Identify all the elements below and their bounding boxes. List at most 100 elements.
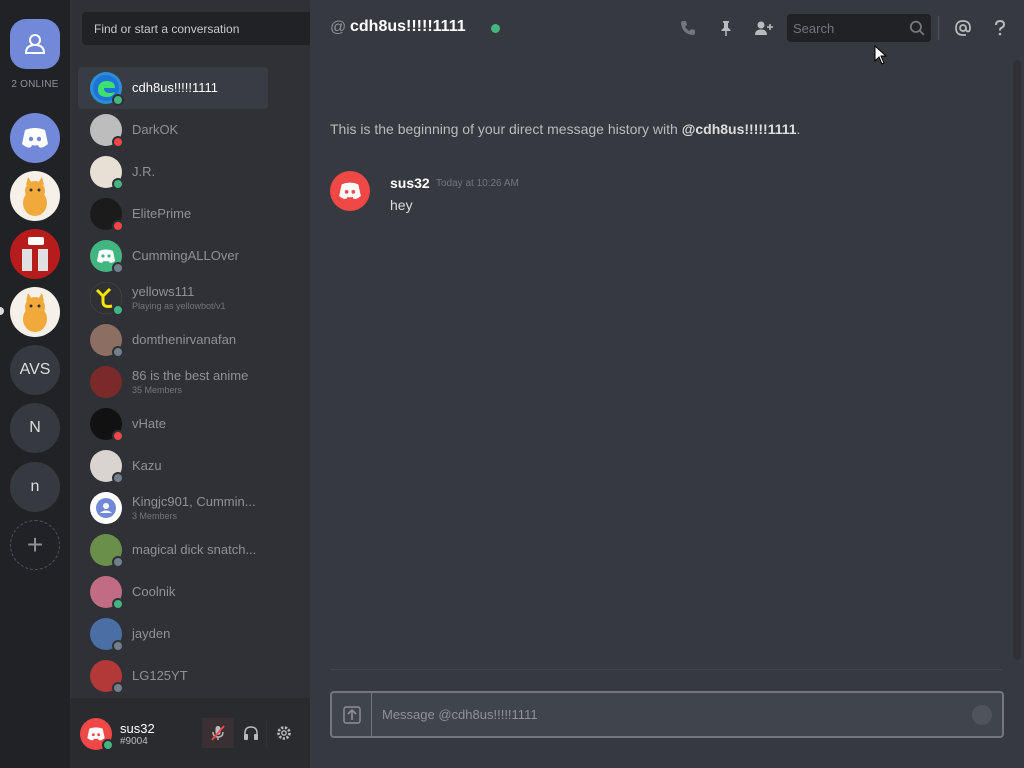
gear-icon <box>277 726 291 740</box>
dm-item[interactable]: cdh8us!!!!!1111 <box>78 67 268 109</box>
dm-item[interactable]: LG125YT <box>78 655 268 697</box>
status-badge <box>112 556 124 568</box>
add-user-icon <box>755 21 773 35</box>
dm-item[interactable]: ElitePrime <box>78 193 268 235</box>
status-badge <box>112 640 124 652</box>
dm-history-start-text: This is the beginning of your direct mes… <box>330 121 682 137</box>
dm-list: cdh8us!!!!!1111 DarkOK J.R. ElitePrime Cummi… <box>70 67 310 697</box>
chat-area: @ cdh8us!!!!!1111 Search This is the beg… <box>310 0 1024 768</box>
dm-name: CummingALLOver <box>132 248 239 263</box>
discord-server-icon[interactable] <box>10 113 60 163</box>
mouse-pointer-icon <box>874 45 888 65</box>
status-badge <box>112 598 124 610</box>
phone-icon <box>681 21 695 35</box>
dm-name: ElitePrime <box>132 206 192 221</box>
conversation-search-placeholder: Find or start a conversation <box>94 22 240 36</box>
chat-header: @ cdh8us!!!!!1111 Search <box>310 0 1024 56</box>
dm-recipient-mention[interactable]: @cdh8us!!!!!1111 <box>682 121 797 137</box>
status-badge <box>112 262 124 274</box>
message-author-avatar[interactable] <box>330 171 370 211</box>
search-placeholder: Search <box>793 21 835 36</box>
cat-server-2-icon[interactable] <box>10 287 60 337</box>
cat-avatar-icon <box>23 177 47 216</box>
add-friends-to-dm-button[interactable] <box>752 16 776 40</box>
status-badge <box>112 220 124 232</box>
message-author[interactable]: sus32 <box>390 175 430 191</box>
dm-history-start-suffix: . <box>796 121 801 137</box>
dm-name: 86 is the best anime <box>132 368 249 383</box>
upload-icon <box>342 705 361 724</box>
status-badge <box>112 472 124 484</box>
dm-history-start-notice: This is the beginning of your direct mes… <box>330 121 800 137</box>
cat-server-1-icon[interactable] <box>10 171 60 221</box>
status-badge <box>112 178 124 190</box>
pin-icon <box>721 21 731 36</box>
status-badge <box>112 94 124 106</box>
start-voice-call-button[interactable] <box>676 16 700 40</box>
microphone-muted-icon <box>210 725 225 741</box>
dm-item[interactable]: J.R. <box>78 151 268 193</box>
friends-icon <box>24 34 46 54</box>
current-user-tag: #9004 <box>120 736 148 747</box>
direct-messages-panel: Find or start a conversation cdh8us!!!!!… <box>70 0 366 768</box>
server-n-upper[interactable]: N <box>10 403 60 453</box>
add-server-button[interactable]: + <box>10 520 60 570</box>
server-unread-indicator <box>0 307 4 315</box>
mute-button[interactable] <box>202 718 234 748</box>
server-n-lower[interactable]: n <box>10 462 60 512</box>
help-button[interactable] <box>988 16 1012 40</box>
dm-item[interactable]: domthenirvanafan <box>78 319 268 361</box>
upload-file-button[interactable] <box>332 693 372 736</box>
question-mark-icon <box>995 19 1006 36</box>
dm-name: yellows111 <box>132 284 195 299</box>
server-avs[interactable]: AVS <box>10 345 60 395</box>
message-timestamp: Today at 10:26 AM <box>436 178 519 189</box>
dm-item[interactable]: jayden <box>78 613 268 655</box>
dm-item[interactable]: Coolnik <box>78 571 268 613</box>
dm-name: magical dick snatch... <box>132 542 257 557</box>
message-scrollbar[interactable] <box>1013 60 1021 660</box>
headphones-icon <box>243 726 258 740</box>
dm-name: Kingjc901, Cummin... <box>132 494 256 509</box>
avatar <box>90 366 122 398</box>
dm-name: LG125YT <box>132 668 188 683</box>
emoji-picker-icon[interactable] <box>972 705 992 725</box>
youtube-server-icon[interactable] <box>10 229 60 279</box>
server-sidebar: 2 ONLINE AVS N n + <box>0 0 70 768</box>
dm-name: DarkOK <box>132 122 179 137</box>
pinned-messages-button[interactable] <box>714 16 738 40</box>
dm-item[interactable]: Kingjc901, Cummin... 3 Members <box>78 487 268 529</box>
mentions-button[interactable] <box>951 16 975 40</box>
dm-item[interactable]: 86 is the best anime 35 Members <box>78 361 268 403</box>
youtube-avatar-icon <box>22 237 48 271</box>
dm-item[interactable]: DarkOK <box>78 109 268 151</box>
dm-item[interactable]: vHate <box>78 403 268 445</box>
dm-item[interactable]: Kazu <box>78 445 268 487</box>
message-composer <box>330 691 1004 738</box>
dm-item[interactable]: yellows111 Playing as yellowbot/v1 <box>78 277 268 319</box>
dm-item[interactable]: magical dick snatch... <box>78 529 268 571</box>
status-badge <box>112 304 124 316</box>
status-badge <box>112 682 124 694</box>
home-button[interactable] <box>10 19 60 69</box>
dm-subtext: 3 Members <box>132 511 178 521</box>
online-status-dot <box>491 24 500 33</box>
search-icon <box>909 20 925 36</box>
page-title: cdh8us!!!!!1111 <box>350 18 466 35</box>
dm-name: jayden <box>132 626 171 641</box>
current-username: sus32 <box>120 721 155 736</box>
dm-name: Kazu <box>132 458 162 473</box>
at-symbol: @ <box>330 19 347 36</box>
user-settings-button[interactable] <box>268 718 300 748</box>
search-input[interactable]: Search <box>787 14 931 42</box>
status-badge <box>112 136 124 148</box>
dm-name: domthenirvanafan <box>132 332 237 347</box>
toolbar-divider <box>938 16 939 40</box>
status-badge <box>102 739 114 751</box>
message-input[interactable] <box>382 704 942 724</box>
dm-item[interactable]: CummingALLOver <box>78 235 268 277</box>
deafen-button[interactable] <box>235 718 267 748</box>
dm-subtext: Playing as yellowbot/v1 <box>132 301 226 311</box>
online-count: 2 ONLINE <box>11 79 59 90</box>
at-mention-icon <box>955 20 971 36</box>
